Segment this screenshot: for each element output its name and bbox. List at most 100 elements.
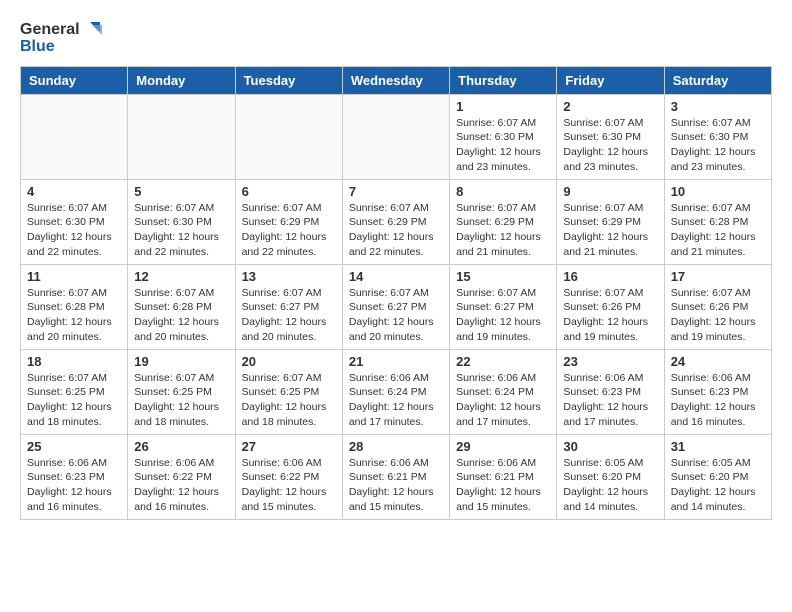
day-info: Sunrise: 6:07 AM Sunset: 6:25 PM Dayligh…	[27, 371, 121, 430]
day-info: Sunrise: 6:06 AM Sunset: 6:24 PM Dayligh…	[349, 371, 443, 430]
day-number: 27	[242, 439, 336, 454]
calendar-cell: 25 Sunrise: 6:06 AM Sunset: 6:23 PM Dayli…	[21, 434, 128, 519]
day-number: 1	[456, 99, 550, 114]
calendar-cell: 29Sunrise: 6:06 AM Sunset: 6:21 PM Dayli…	[450, 434, 557, 519]
calendar-cell: 20Sunrise: 6:07 AM Sunset: 6:25 PM Dayli…	[235, 349, 342, 434]
calendar-cell: 15 Sunrise: 6:07 AM Sunset: 6:27 PM Dayli…	[450, 264, 557, 349]
week-row-3: 11 Sunrise: 6:07 AM Sunset: 6:28 PM Dayli…	[21, 264, 772, 349]
day-info: Sunrise: 6:07 AM Sunset: 6:27 PM Dayligh…	[456, 286, 550, 345]
calendar-cell: 9 Sunrise: 6:07 AM Sunset: 6:29 PM Daylig…	[557, 179, 664, 264]
calendar-cell: 21 Sunrise: 6:06 AM Sunset: 6:24 PM Dayli…	[342, 349, 449, 434]
week-row-5: 25 Sunrise: 6:06 AM Sunset: 6:23 PM Dayli…	[21, 434, 772, 519]
day-info: Sunrise: 6:07 AM Sunset: 6:30 PM Dayligh…	[456, 116, 550, 175]
day-info: Sunrise: 6:07 AM Sunset: 6:29 PM Dayligh…	[242, 201, 336, 260]
day-number: 9	[563, 184, 657, 199]
calendar-cell: 16Sunrise: 6:07 AM Sunset: 6:26 PM Dayli…	[557, 264, 664, 349]
day-number: 3	[671, 99, 765, 114]
day-info: Sunrise: 6:05 AM Sunset: 6:20 PM Dayligh…	[671, 456, 765, 515]
calendar-cell	[128, 94, 235, 179]
day-number: 13	[242, 269, 336, 284]
day-number: 7	[349, 184, 443, 199]
day-info: Sunrise: 6:07 AM Sunset: 6:26 PM Dayligh…	[671, 286, 765, 345]
calendar-cell: 30 Sunrise: 6:05 AM Sunset: 6:20 PM Dayli…	[557, 434, 664, 519]
week-row-4: 18Sunrise: 6:07 AM Sunset: 6:25 PM Dayli…	[21, 349, 772, 434]
day-info: Sunrise: 6:06 AM Sunset: 6:21 PM Dayligh…	[349, 456, 443, 515]
day-info: Sunrise: 6:07 AM Sunset: 6:30 PM Dayligh…	[563, 116, 657, 175]
day-info: Sunrise: 6:06 AM Sunset: 6:21 PM Dayligh…	[456, 456, 550, 515]
header: General Blue	[20, 20, 772, 56]
calendar-cell: 27 Sunrise: 6:06 AM Sunset: 6:22 PM Dayli…	[235, 434, 342, 519]
calendar-cell	[342, 94, 449, 179]
day-number: 24	[671, 354, 765, 369]
calendar-cell: 24 Sunrise: 6:06 AM Sunset: 6:23 PM Dayli…	[664, 349, 771, 434]
day-info: Sunrise: 6:07 AM Sunset: 6:28 PM Dayligh…	[27, 286, 121, 345]
calendar-header-tuesday: Tuesday	[235, 66, 342, 94]
day-number: 31	[671, 439, 765, 454]
day-number: 19	[134, 354, 228, 369]
day-number: 5	[134, 184, 228, 199]
day-info: Sunrise: 6:07 AM Sunset: 6:28 PM Dayligh…	[134, 286, 228, 345]
day-info: Sunrise: 6:07 AM Sunset: 6:27 PM Dayligh…	[349, 286, 443, 345]
day-info: Sunrise: 6:07 AM Sunset: 6:29 PM Dayligh…	[563, 201, 657, 260]
day-info: Sunrise: 6:06 AM Sunset: 6:22 PM Dayligh…	[134, 456, 228, 515]
day-number: 12	[134, 269, 228, 284]
day-number: 8	[456, 184, 550, 199]
calendar-cell: 5 Sunrise: 6:07 AM Sunset: 6:30 PM Daylig…	[128, 179, 235, 264]
day-number: 11	[27, 269, 121, 284]
day-info: Sunrise: 6:07 AM Sunset: 6:27 PM Dayligh…	[242, 286, 336, 345]
calendar-table: SundayMondayTuesdayWednesdayThursdayFrid…	[20, 66, 772, 520]
calendar-cell: 12 Sunrise: 6:07 AM Sunset: 6:28 PM Dayli…	[128, 264, 235, 349]
day-number: 30	[563, 439, 657, 454]
day-info: Sunrise: 6:07 AM Sunset: 6:30 PM Dayligh…	[134, 201, 228, 260]
day-info: Sunrise: 6:06 AM Sunset: 6:23 PM Dayligh…	[671, 371, 765, 430]
calendar-cell: 10 Sunrise: 6:07 AM Sunset: 6:28 PM Dayli…	[664, 179, 771, 264]
day-number: 4	[27, 184, 121, 199]
logo-general: General	[20, 21, 80, 39]
day-info: Sunrise: 6:06 AM Sunset: 6:24 PM Dayligh…	[456, 371, 550, 430]
day-number: 17	[671, 269, 765, 284]
calendar-cell: 23 Sunrise: 6:06 AM Sunset: 6:23 PM Dayli…	[557, 349, 664, 434]
day-number: 15	[456, 269, 550, 284]
calendar-cell: 2 Sunrise: 6:07 AM Sunset: 6:30 PM Daylig…	[557, 94, 664, 179]
logo: General Blue	[20, 20, 102, 56]
day-info: Sunrise: 6:07 AM Sunset: 6:29 PM Dayligh…	[349, 201, 443, 260]
day-info: Sunrise: 6:06 AM Sunset: 6:23 PM Dayligh…	[27, 456, 121, 515]
calendar-cell: 8 Sunrise: 6:07 AM Sunset: 6:29 PM Daylig…	[450, 179, 557, 264]
day-number: 10	[671, 184, 765, 199]
calendar-cell: 11 Sunrise: 6:07 AM Sunset: 6:28 PM Dayli…	[21, 264, 128, 349]
calendar-cell: 1 Sunrise: 6:07 AM Sunset: 6:30 PM Daylig…	[450, 94, 557, 179]
day-number: 25	[27, 439, 121, 454]
day-info: Sunrise: 6:06 AM Sunset: 6:22 PM Dayligh…	[242, 456, 336, 515]
calendar-cell: 7 Sunrise: 6:07 AM Sunset: 6:29 PM Daylig…	[342, 179, 449, 264]
calendar-cell: 17 Sunrise: 6:07 AM Sunset: 6:26 PM Dayli…	[664, 264, 771, 349]
day-number: 21	[349, 354, 443, 369]
day-info: Sunrise: 6:07 AM Sunset: 6:29 PM Dayligh…	[456, 201, 550, 260]
calendar-cell: 22 Sunrise: 6:06 AM Sunset: 6:24 PM Dayli…	[450, 349, 557, 434]
calendar-header-friday: Friday	[557, 66, 664, 94]
calendar-cell: 31 Sunrise: 6:05 AM Sunset: 6:20 PM Dayli…	[664, 434, 771, 519]
day-number: 23	[563, 354, 657, 369]
logo-container: General Blue	[20, 20, 102, 56]
day-number: 26	[134, 439, 228, 454]
day-number: 20	[242, 354, 336, 369]
day-info: Sunrise: 6:05 AM Sunset: 6:20 PM Dayligh…	[563, 456, 657, 515]
calendar-cell: 28 Sunrise: 6:06 AM Sunset: 6:21 PM Dayli…	[342, 434, 449, 519]
day-info: Sunrise: 6:07 AM Sunset: 6:30 PM Dayligh…	[671, 116, 765, 175]
calendar-cell: 14Sunrise: 6:07 AM Sunset: 6:27 PM Dayli…	[342, 264, 449, 349]
day-number: 16	[563, 269, 657, 284]
calendar-header-row: SundayMondayTuesdayWednesdayThursdayFrid…	[21, 66, 772, 94]
calendar-header-sunday: Sunday	[21, 66, 128, 94]
calendar-cell: 19Sunrise: 6:07 AM Sunset: 6:25 PM Dayli…	[128, 349, 235, 434]
day-info: Sunrise: 6:07 AM Sunset: 6:28 PM Dayligh…	[671, 201, 765, 260]
calendar-header-wednesday: Wednesday	[342, 66, 449, 94]
day-number: 22	[456, 354, 550, 369]
day-info: Sunrise: 6:06 AM Sunset: 6:23 PM Dayligh…	[563, 371, 657, 430]
day-number: 2	[563, 99, 657, 114]
day-number: 28	[349, 439, 443, 454]
logo-blue: Blue	[20, 38, 102, 56]
calendar-cell: 13 Sunrise: 6:07 AM Sunset: 6:27 PM Dayli…	[235, 264, 342, 349]
calendar-cell: 26 Sunrise: 6:06 AM Sunset: 6:22 PM Dayli…	[128, 434, 235, 519]
week-row-2: 4 Sunrise: 6:07 AM Sunset: 6:30 PM Daylig…	[21, 179, 772, 264]
calendar-cell	[21, 94, 128, 179]
logo-arrow-icon	[82, 20, 102, 40]
